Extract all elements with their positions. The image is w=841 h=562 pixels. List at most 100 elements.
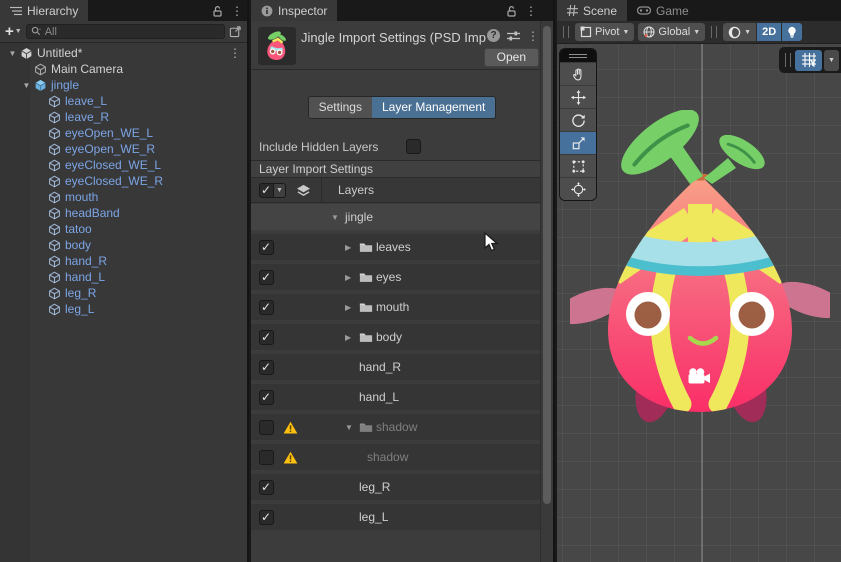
hierarchy-item-leg-r[interactable]: leg_R [0,285,247,301]
hierarchy-item-jingle[interactable]: ▼ jingle [0,77,247,93]
hierarchy-item-main-camera[interactable]: Main Camera [0,61,247,77]
search-field[interactable] [25,24,225,39]
layer-row-mouth[interactable]: ▶ mouth [251,294,553,320]
tab-settings[interactable]: Settings [308,97,372,118]
transform-tool-button[interactable] [560,177,596,200]
layer-checkbox[interactable] [259,239,274,255]
expand-arrow-icon[interactable]: ▼ [20,81,33,90]
expand-arrow-icon[interactable]: ▼ [345,423,359,432]
expand-arrow-icon[interactable]: ▼ [6,49,19,58]
move-tool-button[interactable] [560,85,596,108]
scene-viewport[interactable]: Y ▼ [557,44,841,562]
grid-dropdown[interactable]: ▼ [824,49,839,71]
item-label: headBand [65,206,120,220]
rotate-tool-button[interactable] [560,108,596,131]
layer-row-jingle[interactable]: ▼ jingle [251,204,553,230]
tab-game[interactable]: Game [627,0,699,21]
scrollbar-thumb[interactable] [543,26,551,504]
kebab-icon[interactable]: ⋮ [229,46,241,60]
layer-row-hand_r[interactable]: hand_R [251,354,553,380]
scene-toolbar: Pivot ▼ Global ▼ ▼ 2D [557,21,841,44]
item-label: eyeOpen_WE_R [65,142,156,156]
hierarchy-item-untitled-[interactable]: ▼ Untitled* ⋮ [0,45,247,61]
hierarchy-item-eyeopen-we-l[interactable]: eyeOpen_WE_L [0,125,247,141]
hierarchy-item-leave-l[interactable]: leave_L [0,93,247,109]
warning-icon [283,421,303,434]
hierarchy-item-headband[interactable]: headBand [0,205,247,221]
layer-row-leaves[interactable]: ▶ leaves [251,234,553,260]
leaves [621,110,765,184]
toolbar-drag-handle[interactable] [711,26,718,38]
pivot-button[interactable]: Pivot ▼ [575,23,635,41]
grid-icon [567,5,578,16]
expand-arrow-icon[interactable]: ▼ [331,213,345,222]
layer-row-eyes[interactable]: ▶ eyes [251,264,553,290]
overlay-drag-handle[interactable] [560,49,596,62]
overlay-drag-handle[interactable] [785,53,791,67]
layer-checkbox[interactable] [259,359,274,375]
grid-visibility-toggle[interactable]: Y [795,49,822,71]
open-button[interactable]: Open [483,48,539,67]
inspector-scrollbar[interactable] [540,21,553,562]
layer-checkbox[interactable] [259,299,274,315]
expand-arrow-icon[interactable]: ▶ [345,273,359,282]
hierarchy-item-hand-l[interactable]: hand_L [0,269,247,285]
hierarchy-item-eyeopen-we-r[interactable]: eyeOpen_WE_R [0,141,247,157]
layer-checkbox[interactable] [259,419,274,435]
layer-row-leg_l[interactable]: leg_L [251,504,553,530]
hierarchy-item-body[interactable]: body [0,237,247,253]
item-label: mouth [65,190,99,204]
layer-checkbox[interactable] [259,389,274,405]
lighting-toggle[interactable] [782,23,803,41]
layer-checkbox[interactable] [259,479,274,495]
lock-icon[interactable] [506,5,517,17]
open-window-icon[interactable] [229,25,242,38]
hierarchy-item-eyeclosed-we-l[interactable]: eyeClosed_WE_L [0,157,247,173]
global-button[interactable]: Global ▼ [638,23,706,41]
toolbar-drag-handle[interactable] [563,26,569,38]
kebab-icon[interactable]: ⋮ [525,5,537,17]
layer-row-body[interactable]: ▶ body [251,324,553,350]
hand-tool-button[interactable] [560,62,596,85]
tab-scene[interactable]: Scene [557,0,628,21]
create-button[interactable]: + ▼ [5,24,22,39]
layer-row-leg_r[interactable]: leg_R [251,474,553,500]
checkbox-dropdown[interactable]: ▼ [274,182,286,198]
layer-row-shadow[interactable]: ▼ shadow [251,414,553,440]
expand-arrow-icon[interactable]: ▶ [345,243,359,252]
tab-inspector[interactable]: Inspector [251,0,338,21]
kebab-icon[interactable]: ⋮ [231,5,243,17]
tab-hierarchy[interactable]: Hierarchy [0,0,89,21]
lock-icon[interactable] [212,5,223,17]
layer-row-hand_l[interactable]: hand_L [251,384,553,410]
layer-row-shadow[interactable]: shadow [251,444,553,470]
search-input[interactable] [44,25,220,38]
include-hidden-layers-checkbox[interactable] [406,139,421,154]
2d-toggle[interactable]: 2D [757,23,782,41]
hierarchy-item-leave-r[interactable]: leave_R [0,109,247,125]
hierarchy-item-leg-l[interactable]: leg_L [0,301,247,317]
scale-tool-button[interactable] [560,131,596,154]
help-icon[interactable]: ? [487,29,500,42]
layer-checkbox[interactable] [259,509,274,525]
jingle-character-sprite[interactable] [570,110,830,440]
hierarchy-item-mouth[interactable]: mouth [0,189,247,205]
layer-checkbox[interactable] [259,269,274,285]
hierarchy-item-tatoo[interactable]: tatoo [0,221,247,237]
layers-stack-icon[interactable] [296,184,311,197]
item-label: Main Camera [51,62,124,76]
expand-arrow-icon[interactable]: ▶ [345,333,359,342]
tab-layer-management[interactable]: Layer Management [371,97,496,118]
item-label: eyeClosed_WE_L [65,158,162,172]
hierarchy-item-hand-r[interactable]: hand_R [0,253,247,269]
kebab-icon[interactable]: ⋮ [527,30,539,42]
rect-tool-button[interactable] [560,154,596,177]
draw-mode-dropdown[interactable]: ▼ [723,23,757,41]
select-all-checkbox[interactable] [259,182,274,198]
presets-icon[interactable] [507,30,520,42]
hierarchy-item-eyeclosed-we-r[interactable]: eyeClosed_WE_R [0,173,247,189]
layer-checkbox[interactable] [259,329,274,345]
layers-toolbar: ▼ Layers [251,177,553,203]
layer-checkbox[interactable] [259,449,274,465]
expand-arrow-icon[interactable]: ▶ [345,303,359,312]
